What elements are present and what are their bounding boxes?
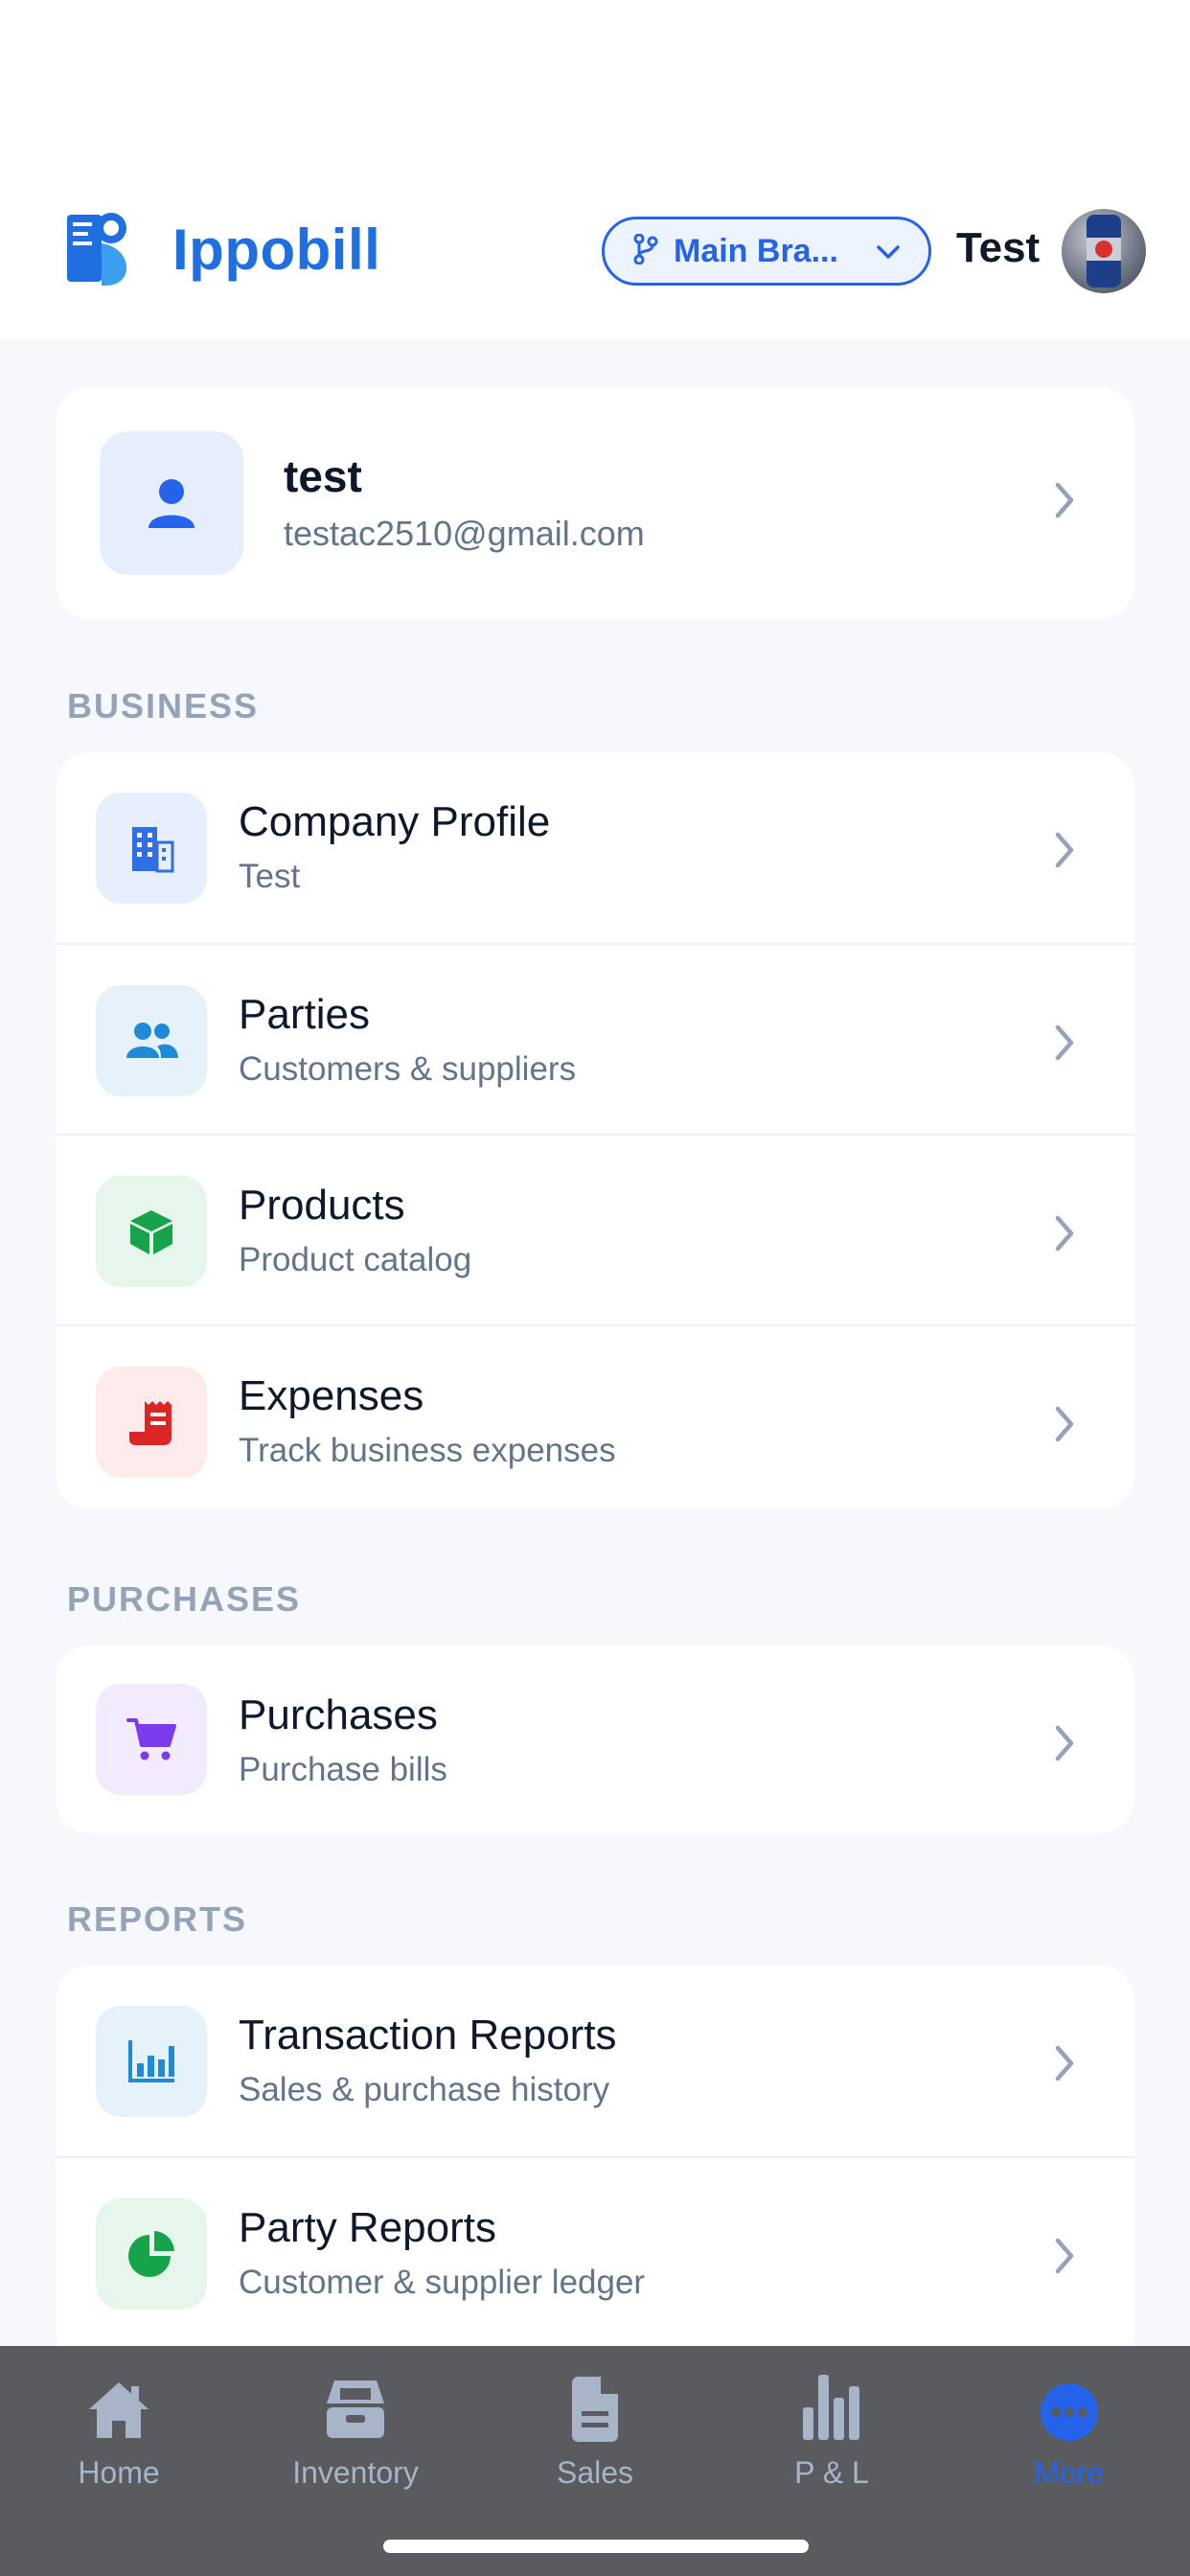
user-icon xyxy=(100,431,243,575)
document-icon xyxy=(499,2365,691,2442)
purchases-card: Purchases Purchase bills xyxy=(56,1645,1134,1833)
avatar[interactable] xyxy=(1062,209,1146,293)
section-title-purchases: PURCHASES xyxy=(67,1579,302,1619)
chevron-right-icon xyxy=(1050,1403,1079,1450)
chevron-right-icon xyxy=(1050,479,1079,526)
receipt-icon xyxy=(96,1367,207,1478)
tab-sales[interactable]: Sales xyxy=(499,2365,691,2491)
menu-item-party-reports[interactable]: Party Reports Customer & supplier ledger xyxy=(56,2156,1134,2347)
branch-icon xyxy=(633,233,658,269)
chevron-right-icon xyxy=(1050,2235,1079,2282)
bar-chart-icon xyxy=(736,2365,927,2442)
building-icon xyxy=(96,793,207,904)
home-indicator xyxy=(383,2540,809,2553)
profile-email: testac2510@gmail.com xyxy=(284,514,645,553)
menu-item-title: Company Profile xyxy=(239,798,551,845)
menu-item-products[interactable]: Products Product catalog xyxy=(56,1134,1134,1324)
chevron-right-icon xyxy=(1050,1212,1079,1259)
menu-item-purchases[interactable]: Purchases Purchase bills xyxy=(56,1645,1134,1836)
profile-card[interactable]: test testac2510@gmail.com xyxy=(56,387,1134,619)
home-icon xyxy=(23,2365,215,2442)
menu-item-parties[interactable]: Parties Customers & suppliers xyxy=(56,943,1134,1134)
menu-item-transaction-reports[interactable]: Transaction Reports Sales & purchase his… xyxy=(56,1966,1134,2156)
menu-item-title: Expenses xyxy=(239,1372,424,1419)
branch-selector[interactable]: Main Bra... xyxy=(602,217,931,286)
app-logo xyxy=(63,209,138,291)
inventory-icon xyxy=(260,2365,451,2442)
tab-label: Sales xyxy=(556,2455,634,2490)
menu-item-company-profile[interactable]: Company Profile Test xyxy=(56,752,1134,943)
menu-item-title: Transaction Reports xyxy=(239,2012,617,2058)
box-icon xyxy=(96,1176,207,1287)
chevron-right-icon xyxy=(1050,829,1079,876)
branch-label: Main Bra... xyxy=(674,232,838,269)
tab-label: More xyxy=(1034,2455,1105,2490)
menu-item-expenses[interactable]: Expenses Track business expenses xyxy=(56,1324,1134,1515)
section-title-reports: REPORTS xyxy=(67,1899,248,1939)
tab-home[interactable]: Home xyxy=(23,2365,215,2491)
tab-label: Inventory xyxy=(292,2455,419,2490)
menu-item-title: Products xyxy=(239,1182,405,1229)
tab-pnl[interactable]: P & L xyxy=(736,2365,927,2491)
brand-name: Ippobill xyxy=(172,218,381,282)
tab-more[interactable]: More xyxy=(973,2365,1165,2491)
menu-item-subtitle: Customers & suppliers xyxy=(239,1050,577,1088)
menu-item-title: Parties xyxy=(239,991,370,1038)
profile-name: test xyxy=(284,451,362,501)
menu-item-subtitle: Test xyxy=(239,858,301,895)
menu-item-subtitle: Track business expenses xyxy=(239,1432,616,1469)
business-card: Company Profile Test Parties Customers &… xyxy=(56,752,1134,1509)
chevron-down-icon xyxy=(875,241,902,268)
more-icon xyxy=(973,2365,1165,2442)
user-name: Test xyxy=(956,224,1041,271)
menu-item-subtitle: Customer & supplier ledger xyxy=(239,2264,646,2301)
menu-item-subtitle: Product catalog xyxy=(239,1241,472,1278)
section-title-business: BUSINESS xyxy=(67,686,260,725)
chevron-right-icon xyxy=(1050,1022,1079,1069)
people-icon xyxy=(96,985,207,1096)
chevron-right-icon xyxy=(1050,1722,1079,1769)
status-bar-area xyxy=(0,0,1190,192)
tab-inventory[interactable]: Inventory xyxy=(260,2365,451,2491)
reports-card: Transaction Reports Sales & purchase his… xyxy=(56,1966,1134,2368)
menu-item-title: Purchases xyxy=(239,1691,438,1738)
tab-label: Home xyxy=(78,2455,160,2490)
chevron-right-icon xyxy=(1050,2042,1079,2089)
cart-icon xyxy=(96,1684,207,1795)
menu-item-subtitle: Purchase bills xyxy=(239,1751,447,1788)
menu-item-subtitle: Sales & purchase history xyxy=(239,2071,610,2108)
bar-chart-icon xyxy=(96,2006,207,2117)
menu-item-title: Party Reports xyxy=(239,2204,496,2251)
tab-label: P & L xyxy=(794,2455,869,2490)
pie-chart-icon xyxy=(96,2198,207,2310)
